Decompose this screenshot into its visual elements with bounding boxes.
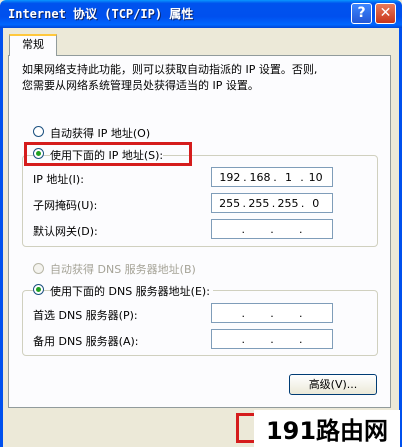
ip-octet-4: 10 bbox=[308, 170, 323, 184]
mask-octet-2: 255 bbox=[248, 196, 270, 210]
close-icon: ✕ bbox=[379, 5, 392, 21]
mask-octet-4: 0 bbox=[312, 196, 320, 210]
ip-address-label: IP 地址(I): bbox=[33, 173, 84, 186]
help-button[interactable]: ? bbox=[351, 3, 372, 24]
auto-dns-label[interactable]: 自动获得 DNS 服务器地址(B) bbox=[50, 261, 196, 277]
alternate-dns-field[interactable]: . . . bbox=[211, 329, 333, 349]
description-text: 如果网络支持此功能，则可以获取自动指派的 IP 设置。否则, 您需要从网络系统管… bbox=[22, 62, 382, 94]
advanced-button[interactable]: 高级(V)... bbox=[289, 374, 377, 395]
ip-address-field[interactable]: 192. 168. 1. 10 bbox=[211, 167, 333, 187]
gateway-label: 默认网关(D): bbox=[33, 225, 98, 238]
auto-ip-radio[interactable] bbox=[33, 126, 44, 137]
description-line-1: 如果网络支持此功能，则可以获取自动指派的 IP 设置。否则, bbox=[22, 63, 318, 76]
close-button[interactable]: ✕ bbox=[375, 3, 396, 24]
manual-ip-label[interactable]: 使用下面的 IP 地址(S): bbox=[50, 147, 164, 163]
ip-octet-3: 1 bbox=[285, 170, 293, 184]
alternate-dns-label: 备用 DNS 服务器(A): bbox=[33, 335, 139, 348]
ip-octet-1: 192 bbox=[219, 170, 241, 184]
manual-dns-radio[interactable] bbox=[33, 284, 44, 295]
window-title: Internet 协议 (TCP/IP) 属性 bbox=[8, 7, 194, 21]
manual-ip-radio[interactable] bbox=[33, 148, 44, 159]
subnet-mask-label: 子网掩码(U): bbox=[33, 199, 98, 212]
preferred-dns-label: 首选 DNS 服务器(P): bbox=[33, 309, 138, 322]
description-line-2: 您需要从网络系统管理员处获得适当的 IP 设置。 bbox=[22, 79, 259, 92]
tab-general[interactable]: 常规 bbox=[9, 34, 57, 56]
help-icon: ? bbox=[357, 5, 366, 21]
watermark-logo: 191路由网 bbox=[254, 410, 400, 447]
mask-octet-1: 255 bbox=[219, 196, 241, 210]
preferred-dns-field[interactable]: . . . bbox=[211, 303, 333, 323]
ip-octet-2: 168 bbox=[249, 170, 271, 184]
auto-dns-radio[interactable] bbox=[33, 263, 44, 274]
mask-octet-3: 255 bbox=[277, 196, 299, 210]
subnet-mask-field[interactable]: 255. 255. 255. 0 bbox=[211, 193, 333, 213]
manual-dns-label[interactable]: 使用下面的 DNS 服务器地址(E): bbox=[50, 283, 213, 299]
gateway-field[interactable]: . . . bbox=[211, 219, 333, 239]
auto-ip-label[interactable]: 自动获得 IP 地址(O) bbox=[50, 125, 150, 141]
window-frame-left bbox=[0, 28, 3, 447]
ok-highlight-box bbox=[236, 413, 256, 443]
title-bar: Internet 协议 (TCP/IP) 属性 ? ✕ bbox=[0, 0, 402, 28]
